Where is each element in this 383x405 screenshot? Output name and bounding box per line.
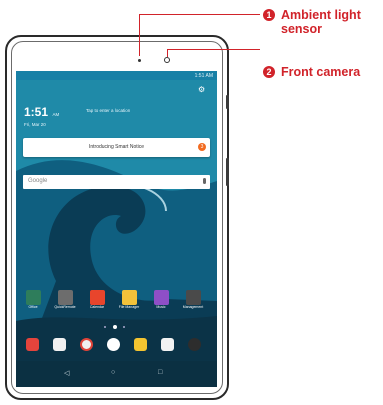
callout-label-ambient-light-sensor: Ambient light sensor: [281, 8, 361, 36]
office-icon: [26, 290, 41, 305]
clock-ampm: AM: [52, 112, 60, 117]
app-label-management: Management: [182, 305, 204, 309]
navigation-bar: ◁ ○ □: [16, 361, 217, 387]
play-store-icon[interactable]: [53, 338, 66, 351]
page-dot: [104, 326, 106, 328]
google-search-bar[interactable]: Google: [23, 175, 210, 189]
app-shortcut-management[interactable]: Management: [180, 290, 207, 309]
callout-line-1-horizontal: [139, 14, 260, 15]
page-dot: [123, 326, 125, 328]
back-button[interactable]: ◁: [64, 369, 69, 377]
microphone-icon[interactable]: [203, 178, 206, 184]
management-icon: [186, 290, 201, 305]
calendar-icon: [90, 290, 105, 305]
callout-number-2: 2: [263, 66, 275, 78]
home-button[interactable]: ○: [111, 369, 115, 376]
file-manager-icon: [122, 290, 137, 305]
clock-date: Fri, Mar 20: [24, 122, 46, 127]
gallery-icon[interactable]: [161, 338, 174, 351]
callout-label-front-camera: Front camera: [281, 65, 361, 79]
home-screen: 1:51 AM ⚙ 1:51 AM Fri, Mar 20 Tap to ent…: [16, 71, 217, 387]
callout-number-1: 1: [263, 9, 275, 21]
recent-apps-button[interactable]: □: [158, 369, 162, 376]
app-label-office: Office: [28, 305, 38, 309]
app-drawer-icon[interactable]: [107, 338, 120, 351]
smart-notice-text: Introducing Smart Notice: [88, 144, 145, 150]
callout-line-1: [139, 14, 140, 56]
app-shortcut-quickremote[interactable]: QuickRemote: [52, 290, 79, 309]
app-shortcut-office[interactable]: Office: [20, 290, 47, 309]
clock-time: 1:51: [24, 105, 49, 119]
music-icon: [154, 290, 169, 305]
app-shortcut-file-manager[interactable]: File Manager: [116, 290, 143, 309]
status-time: 1:51 AM: [194, 73, 213, 79]
smart-notice-badge: 3: [198, 143, 206, 151]
camera-icon[interactable]: [188, 338, 201, 351]
ambient-light-sensor: [138, 59, 141, 62]
settings-gear-icon[interactable]: ⚙: [198, 85, 205, 94]
app-label-music: Music: [156, 305, 166, 309]
weather-location-prompt[interactable]: Tap to enter a location: [86, 108, 130, 113]
volume-button[interactable]: [226, 158, 229, 186]
page-dot-active: [113, 325, 117, 329]
contacts-icon[interactable]: [134, 338, 147, 351]
apps-icon[interactable]: [26, 338, 39, 351]
callout-line-2-horizontal: [167, 49, 260, 50]
callout-line-2: [167, 49, 168, 57]
chrome-icon[interactable]: [80, 338, 93, 351]
front-camera: [164, 57, 170, 63]
page-indicator: [104, 325, 130, 329]
app-label-calendar: Calendar: [89, 305, 105, 309]
app-shortcut-music[interactable]: Music: [148, 290, 175, 309]
app-shortcut-calendar[interactable]: Calendar: [84, 290, 111, 309]
app-label-file-manager: File Manager: [118, 305, 140, 309]
app-row: Office QuickRemote Calendar File Manager…: [20, 290, 216, 314]
status-bar: 1:51 AM: [16, 71, 217, 80]
dock: [16, 333, 217, 357]
app-label-quickremote: QuickRemote: [54, 305, 76, 309]
quickremote-icon: [58, 290, 73, 305]
clock-widget[interactable]: 1:51 AM Fri, Mar 20: [24, 103, 59, 127]
search-input[interactable]: Google: [28, 178, 47, 184]
power-button[interactable]: [226, 95, 229, 109]
smart-notice-card[interactable]: Introducing Smart Notice 3: [23, 138, 210, 157]
